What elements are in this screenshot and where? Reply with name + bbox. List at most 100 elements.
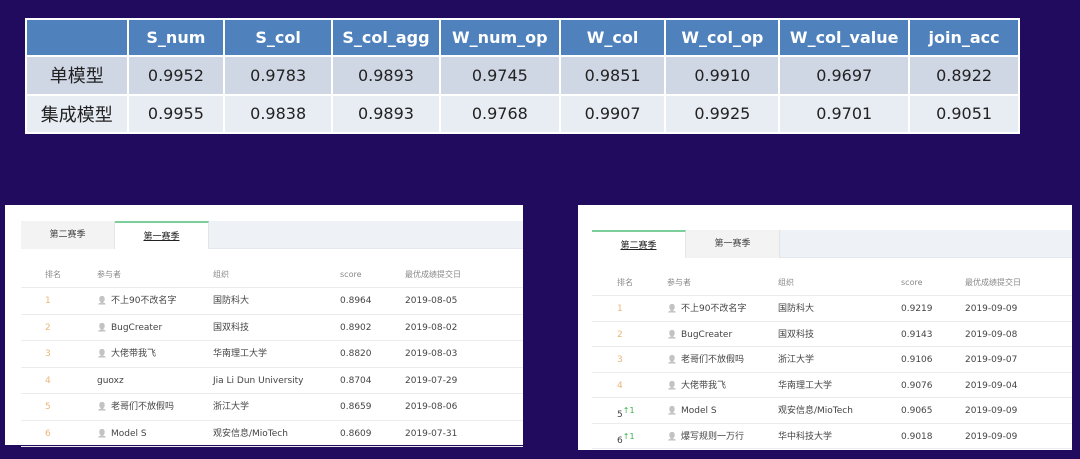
table-cell: 0.9955 (126, 93, 226, 134)
column-header: 参与者 (97, 270, 121, 279)
participant-name: 大佬带我飞 (680, 380, 726, 391)
rank: 4 (45, 368, 51, 394)
table-row: 2 👤 BugCreater 国双科技 0.8902 2019-08-02 (21, 315, 523, 341)
column-header: 排名 (45, 270, 61, 279)
tab-bar: 第二赛季 第一赛季 (592, 230, 1072, 258)
participant[interactable]: 👤 Model S (97, 421, 147, 447)
table-cell: 0.8922 (908, 55, 1020, 96)
participant[interactable]: guoxz (97, 368, 124, 394)
participant-name: BugCreater (680, 329, 733, 340)
table-cell: 0.9893 (331, 93, 441, 134)
date: 2019-08-03 (405, 349, 458, 359)
rank: 2 (617, 322, 623, 348)
participant[interactable]: 👤 老哥们不放假吗 (97, 394, 174, 420)
participant[interactable]: 👤 Model S (667, 398, 717, 424)
score: 0.8704 (340, 375, 372, 386)
user-icon: 👤 (97, 349, 107, 358)
table-row: 2 👤 BugCreater 国双科技 0.9143 2019-09-08 (592, 322, 1072, 348)
rank-number: 1 (617, 304, 623, 314)
participant-name: Model S (110, 428, 147, 439)
score: 0.8820 (340, 349, 372, 359)
participant[interactable]: 👤 BugCreater (97, 315, 162, 341)
tab-bar: 第二赛季 第一赛季 (21, 221, 523, 249)
org: 浙江大学 (778, 355, 815, 365)
table-cell: 0.9907 (558, 93, 667, 134)
user-icon: 👤 (97, 296, 107, 305)
user-icon: 👤 (97, 428, 107, 438)
table-cell: 0.9745 (438, 55, 561, 96)
participant[interactable]: 👤 不上90不改名字 (97, 288, 176, 314)
column-header: join_acc (908, 18, 1020, 57)
participant[interactable]: 👤 大佬带我飞 (667, 373, 726, 399)
column-header: 组织 (778, 278, 794, 287)
org: 华南理工大学 (213, 349, 268, 359)
user-icon: 👤 (667, 406, 677, 415)
user-icon: 👤 (97, 402, 107, 411)
table-cell: 0.9838 (223, 93, 333, 134)
table-row: 5↑1 👤 Model S 观安信息/MioTech 0.9065 2019-09-09 (592, 398, 1072, 424)
rank-number: 2 (45, 322, 51, 333)
column-header (25, 18, 129, 57)
score: 0.9076 (901, 380, 933, 391)
tab-season-2[interactable]: 第二赛季 (592, 230, 686, 258)
table-cell: 0.9910 (664, 55, 781, 96)
rank: 1 (617, 296, 623, 322)
org: Jia Li Dun University (213, 375, 304, 386)
participant-name: 不上90不改名字 (680, 304, 747, 314)
org: 国双科技 (213, 322, 250, 333)
participant[interactable]: 👤 不上90不改名字 (667, 296, 746, 322)
table-row: 6 👤 Model S 观安信息/MioTech 0.8609 2019-07-31 (21, 421, 523, 447)
tab-season-1[interactable]: 第一赛季 (115, 221, 209, 249)
column-header: 组织 (213, 270, 229, 279)
column-header: S_col (223, 18, 333, 57)
participant-name: 爆写规则一万行 (680, 431, 744, 442)
participant[interactable]: 👤 老哥们不放假吗 (667, 347, 744, 373)
score: 0.8659 (340, 402, 372, 412)
participant-name: BugCreater (110, 322, 163, 333)
date: 2019-07-29 (405, 375, 458, 386)
tab-season-2[interactable]: 第二赛季 (21, 221, 115, 249)
participant-name: 老哥们不放假吗 (110, 402, 174, 412)
rank-number: 1 (45, 296, 51, 306)
table-header-row: 排名 参与者 组织 score 最优成绩提交日 (21, 262, 523, 288)
org: 国双科技 (778, 329, 815, 340)
table-cell: 0.9701 (778, 93, 911, 134)
date: 2019-09-09 (965, 431, 1018, 442)
table-row: 4 guoxz Jia Li Dun University 0.8704 2019-07… (21, 368, 523, 394)
table-cell: 0.9051 (908, 93, 1020, 134)
participant-name: guoxz (97, 375, 124, 386)
tab-season-1[interactable]: 第一赛季 (686, 230, 780, 258)
rank-up-indicator: ↑1 (622, 431, 635, 441)
date: 2019-07-31 (405, 428, 458, 439)
date: 2019-09-08 (965, 329, 1018, 340)
user-icon: 👤 (667, 431, 677, 441)
rank-number: 3 (617, 355, 623, 365)
table-cell: 0.9768 (438, 93, 561, 134)
org: 观安信息/MioTech (778, 406, 853, 416)
table-row: 1 👤 不上90不改名字 国防科大 0.8964 2019-08-05 (21, 288, 523, 315)
date: 2019-08-05 (405, 296, 458, 306)
date: 2019-09-09 (965, 406, 1018, 416)
column-header: 最优成绩提交日 (965, 278, 1021, 287)
row-label: 集成模型 (25, 93, 129, 134)
column-header: 排名 (617, 278, 633, 287)
participant[interactable]: 👤 BugCreater (667, 322, 732, 348)
score: 0.8902 (340, 322, 372, 333)
score: 0.9106 (901, 355, 933, 365)
date: 2019-08-02 (405, 322, 458, 333)
score: 0.8964 (340, 296, 372, 306)
table-row: 3 👤 老哥们不放假吗 浙江大学 0.9106 2019-09-07 (592, 347, 1072, 373)
rank: 3 (617, 347, 623, 373)
table-cell: 0.9893 (331, 55, 441, 96)
participant[interactable]: 👤 爆写规则一万行 (667, 424, 744, 450)
participant-name: 大佬带我飞 (110, 349, 156, 359)
rank-number: 3 (45, 349, 51, 359)
user-icon: 👤 (667, 329, 677, 339)
rank-number: 2 (617, 329, 623, 340)
score: 0.9143 (901, 329, 933, 340)
table-header-row: 排名 参与者 组织 score 最优成绩提交日 (592, 270, 1072, 296)
org: 华南理工大学 (778, 380, 833, 391)
column-header: S_num (126, 18, 226, 57)
table-row: 6↑1 👤 爆写规则一万行 华中科技大学 0.9018 2019-09-09 (592, 424, 1072, 450)
participant[interactable]: 👤 大佬带我飞 (97, 341, 156, 367)
